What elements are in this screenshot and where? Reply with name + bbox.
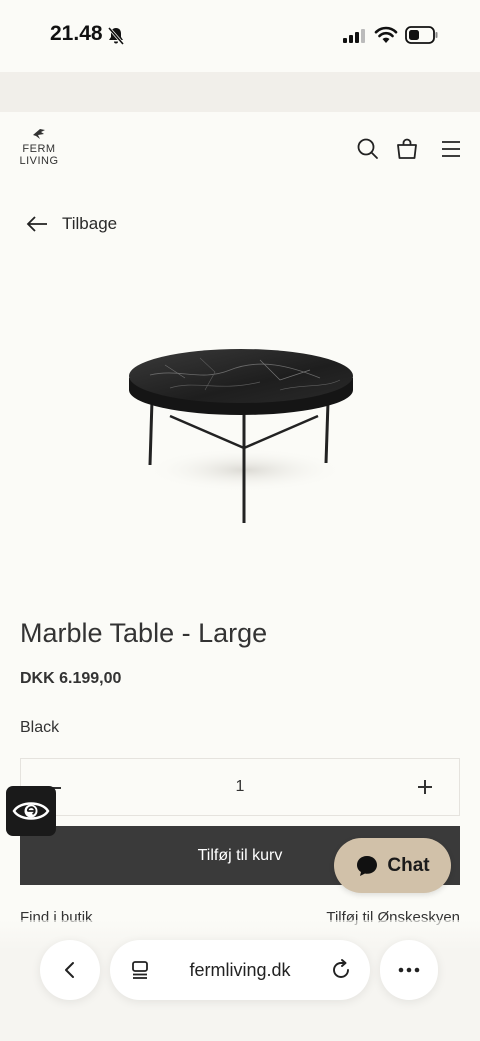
browser-back-button[interactable]	[40, 940, 100, 1000]
chat-button[interactable]: Chat	[334, 838, 451, 893]
wifi-icon	[374, 26, 398, 49]
product-title: Marble Table - Large	[20, 618, 268, 648]
add-to-cart-label: Tilføj til kurv	[197, 846, 283, 864]
status-time: 21.48	[50, 22, 103, 45]
status-bar: 21.48	[0, 0, 480, 72]
product-image[interactable]	[110, 320, 370, 545]
chat-bubble-icon	[357, 855, 378, 876]
back-link[interactable]: Tilbage	[26, 212, 117, 236]
quantity-increase-button[interactable]	[417, 779, 433, 797]
product-color: Black	[20, 719, 60, 736]
accessibility-eye-button[interactable]	[6, 786, 56, 836]
bell-slash-icon	[106, 26, 126, 51]
quantity-stepper: 1	[20, 758, 460, 816]
chevron-left-icon	[65, 962, 74, 978]
battery-icon	[405, 26, 439, 49]
plus-icon	[418, 780, 432, 794]
back-label: Tilbage	[62, 214, 118, 233]
reload-icon[interactable]	[330, 959, 352, 981]
shopping-bag-icon[interactable]	[395, 137, 419, 166]
browser-more-button[interactable]	[380, 940, 438, 1000]
quantity-value[interactable]: 1	[21, 778, 459, 796]
browser-url[interactable]: fermliving.dk	[189, 960, 290, 981]
eye-icon	[12, 802, 50, 820]
cellular-signal-icon	[342, 28, 368, 49]
menu-icon[interactable]	[440, 137, 462, 166]
promo-banner	[0, 72, 480, 112]
search-icon[interactable]	[356, 137, 380, 166]
tabs-icon[interactable]	[130, 960, 150, 980]
logo-line-1: FERM	[22, 143, 56, 155]
bird-logo-icon	[33, 129, 45, 139]
product-price: DKK 6.199,00	[20, 670, 122, 687]
arrow-left-icon	[26, 216, 47, 232]
more-icon	[398, 967, 420, 973]
logo-line-2: LIVING	[19, 155, 59, 167]
ferm-living-logo[interactable]: FERM LIVING	[18, 128, 60, 167]
browser-address-bar[interactable]: fermliving.dk	[110, 940, 370, 1000]
chat-label: Chat	[387, 854, 430, 876]
